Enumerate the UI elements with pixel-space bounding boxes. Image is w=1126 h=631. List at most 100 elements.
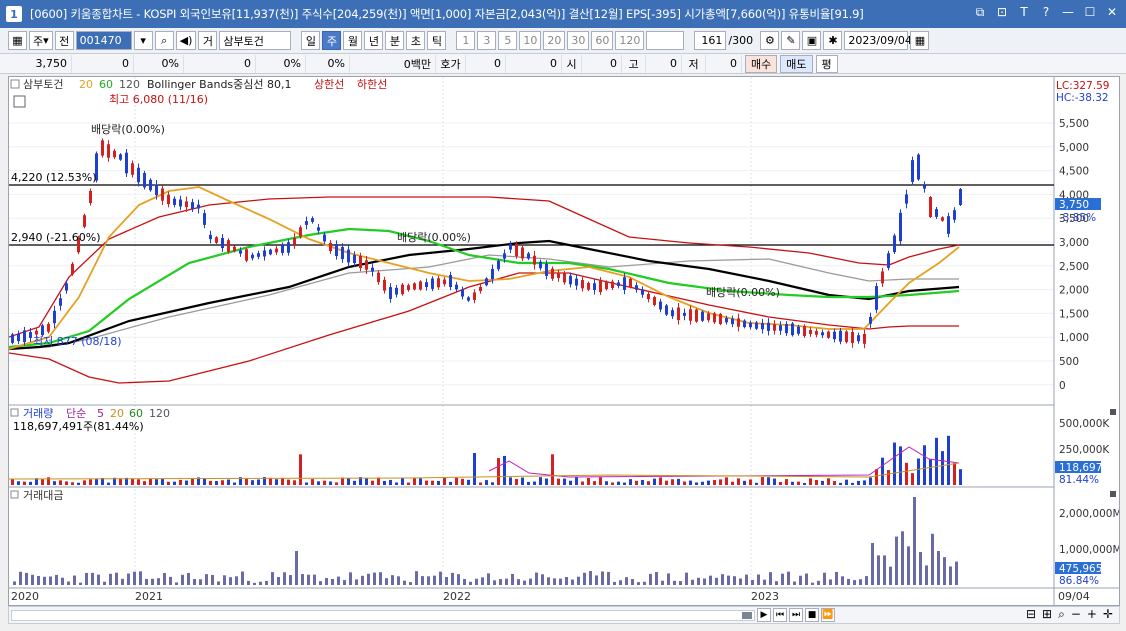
candle-body: [131, 163, 134, 175]
interval-3[interactable]: 3: [477, 31, 497, 50]
legend-toggle-icon[interactable]: [10, 79, 20, 89]
zoom-in-icon[interactable]: +: [1087, 607, 1097, 622]
scroll-track[interactable]: [11, 610, 755, 621]
draw-tool-icon[interactable]: ✎: [781, 31, 801, 50]
sound-icon[interactable]: ◀): [175, 31, 197, 50]
period-year[interactable]: 년: [364, 31, 384, 50]
amount-bar: [739, 578, 742, 585]
candle-body: [617, 282, 620, 286]
interval-30[interactable]: 30: [567, 31, 590, 50]
amount-bar: [181, 574, 184, 585]
last-icon[interactable]: ⏭: [789, 608, 803, 622]
help-icon[interactable]: ?: [1038, 5, 1054, 20]
legend-bollinger: Bollinger Bands중심선 80,1: [147, 78, 292, 91]
amount-bar: [661, 580, 664, 585]
volume-bar: [857, 480, 860, 485]
volume-bar: [719, 479, 722, 485]
interval-10[interactable]: 10: [519, 31, 542, 50]
play-icon[interactable]: ▶: [757, 608, 771, 622]
calendar-icon[interactable]: ▦: [910, 31, 930, 50]
count-input[interactable]: 161: [694, 31, 727, 50]
close-icon[interactable]: ✕: [1104, 5, 1120, 20]
amount-bar: [361, 575, 364, 585]
category-select[interactable]: 거: [198, 31, 218, 50]
volume-bar: [557, 478, 560, 485]
link-window-icon[interactable]: ⧉: [972, 5, 988, 20]
volume-bar: [671, 479, 674, 485]
minimize-icon[interactable]: —: [1060, 5, 1076, 20]
first-icon[interactable]: ⏮: [773, 608, 787, 622]
code-dropdown-icon[interactable]: ▾: [133, 31, 153, 50]
chart-svg[interactable]: 삼부토건 20 60 120 Bollinger Bands중심선 80,1 상…: [8, 77, 1122, 605]
zoom-fit-icon[interactable]: ⊟: [1026, 607, 1036, 622]
period-second[interactable]: 초: [406, 31, 426, 50]
period-month[interactable]: 월: [343, 31, 363, 50]
volume-bar: [611, 482, 614, 485]
candle-body: [683, 312, 686, 316]
search-icon[interactable]: ⌕: [154, 31, 174, 50]
buy-button[interactable]: 매수: [745, 54, 778, 73]
candle-body: [629, 278, 632, 288]
amount-bar: [439, 571, 442, 585]
volume-legend-toggle[interactable]: [10, 408, 19, 417]
candle-body: [839, 330, 842, 342]
date-input[interactable]: 2023/09/04: [844, 31, 912, 50]
candle-body: [773, 324, 776, 331]
chart-area[interactable]: 삼부토건 20 60 120 Bollinger Bands중심선 80,1 상…: [8, 76, 1122, 606]
candle-body: [407, 285, 410, 290]
amount-bar: [235, 576, 238, 585]
prev-button[interactable]: 전: [54, 31, 74, 50]
mode-select[interactable]: 주 ▾: [29, 31, 53, 50]
candle-body: [671, 310, 674, 317]
stop-icon[interactable]: ■: [805, 608, 819, 622]
fast-forward-icon[interactable]: ⏩: [821, 608, 835, 622]
period-tick[interactable]: 틱: [427, 31, 447, 50]
scroll-thumb[interactable]: [742, 612, 752, 619]
volume-bar: [785, 479, 788, 485]
candle-body: [281, 245, 284, 253]
crosshair-icon[interactable]: ✛: [1103, 607, 1113, 622]
magnifier-icon[interactable]: ⌕: [1058, 607, 1065, 622]
zoom-out-icon[interactable]: −: [1071, 607, 1081, 622]
period-day[interactable]: 일: [301, 31, 321, 50]
amount-bar: [127, 573, 130, 585]
maximize-icon[interactable]: ☐: [1082, 5, 1098, 20]
interval-20[interactable]: 20: [543, 31, 566, 50]
eval-button[interactable]: 평: [815, 54, 838, 73]
stock-code-input[interactable]: 001470: [75, 31, 132, 50]
interval-120[interactable]: 120: [615, 31, 645, 50]
amount-panel-close[interactable]: [1110, 491, 1116, 497]
amount-legend-toggle[interactable]: [10, 490, 19, 499]
candle-body: [641, 289, 644, 295]
grid-table-icon[interactable]: [13, 95, 26, 108]
chart-type-icon[interactable]: ▦: [8, 31, 27, 50]
candle-body: [737, 318, 740, 327]
period-minute[interactable]: 분: [385, 31, 405, 50]
indicator-icon[interactable]: ⚙: [760, 31, 780, 50]
sell-button[interactable]: 매도: [780, 54, 813, 73]
amount-bar: [373, 572, 376, 585]
interval-1[interactable]: 1: [456, 31, 476, 50]
volume-legend-p60: 60: [129, 407, 143, 420]
hoga-value-2: 0: [506, 54, 562, 73]
volume-bar: [155, 479, 158, 485]
candle-body: [311, 218, 314, 222]
interval-5[interactable]: 5: [498, 31, 518, 50]
interval-custom-input[interactable]: [646, 31, 685, 50]
volume-panel-close[interactable]: [1110, 409, 1116, 415]
candle-body: [611, 281, 614, 289]
interval-60[interactable]: 60: [591, 31, 614, 50]
volume-bar: [323, 480, 326, 485]
frame-icon[interactable]: ⊡: [994, 5, 1010, 20]
zoom-area-icon[interactable]: ⊞: [1042, 607, 1052, 622]
settings-icon[interactable]: ✱: [823, 31, 843, 50]
volume-bar: [749, 479, 752, 485]
font-icon[interactable]: T: [1016, 5, 1032, 20]
volume-bar: [311, 479, 314, 485]
volume-bar: [923, 445, 926, 485]
chart-scrollbar[interactable]: ▶ ⏮ ⏭ ■ ⏩ ⊟ ⊞ ⌕ − + ✛: [8, 606, 1120, 624]
save-icon[interactable]: ▣: [802, 31, 822, 50]
period-week[interactable]: 주: [322, 31, 342, 50]
amount-bar: [307, 574, 310, 585]
price-change: 0: [72, 54, 134, 73]
